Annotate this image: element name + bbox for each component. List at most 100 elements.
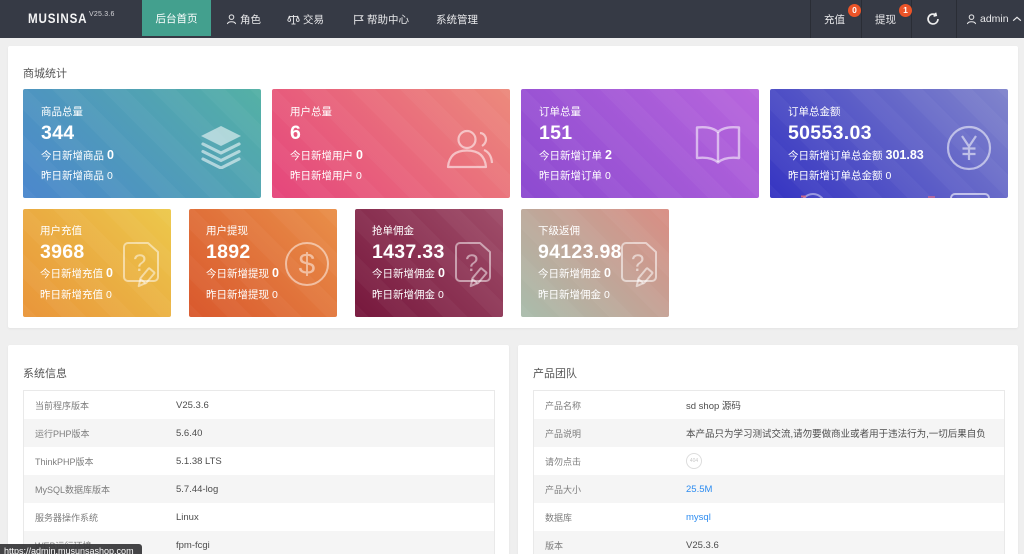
row-value: 本产品只为学习测试交流,请勿要做商业或者用于违法行为,一切后果自负 — [686, 426, 986, 440]
card-yesterday-label: 昨日新增订单总金额 — [788, 170, 883, 182]
card-value: 3968 — [40, 242, 85, 263]
stat-card-withdraw: 用户提现 1892 今日新增提现0 昨日新增提现0 $ — [189, 209, 337, 317]
card-today-label: 今日新增订单 — [539, 150, 602, 162]
nav-tab-dashboard[interactable]: 后台首页 — [142, 0, 211, 36]
brand-version: V25.3.6 — [89, 11, 115, 18]
card-title: 订单总金额 — [788, 104, 841, 119]
card-yesterday-value: 0 — [272, 289, 278, 301]
card-today-label: 今日新增佣金 — [538, 268, 601, 280]
card-yesterday-label: 昨日新增佣金 — [538, 289, 601, 301]
card-yesterday-value: 0 — [886, 170, 892, 182]
card-yesterday-label: 昨日新增商品 — [41, 170, 104, 182]
card-today-label: 今日新增充值 — [40, 268, 103, 280]
withdraw-badge: 1 — [899, 4, 912, 17]
card-today-label: 今日新增提现 — [206, 268, 269, 280]
card-yesterday-value: 0 — [107, 170, 113, 182]
stat-card-order-commission: 抢单佣金 1437.33 今日新增佣金0 昨日新增佣金0 ? — [355, 209, 503, 317]
database-link[interactable]: mysql — [686, 512, 711, 523]
edit-note-icon: ? — [616, 241, 662, 291]
card-title: 抢单佣金 — [372, 223, 414, 238]
card-today: 今日新增用户0 — [290, 149, 363, 162]
card-value: 6 — [290, 123, 301, 144]
card-today-value: 0 — [604, 266, 611, 280]
card-yesterday: 昨日新增提现0 — [206, 289, 278, 301]
product-size-link[interactable]: 25.5M — [686, 484, 712, 495]
card-today-value: 301.83 — [886, 148, 924, 162]
table-row: ThinkPHP版本 5.1.38 LTS — [24, 447, 494, 475]
row-label: 数据库 — [534, 511, 686, 524]
stat-card-users: 用户总量 6 今日新增用户0 昨日新增用户0 — [272, 89, 510, 198]
row-label: 运行PHP版本 — [24, 427, 176, 440]
row-value: 5.6.40 — [176, 428, 202, 439]
row-value: 5.1.38 LTS — [176, 456, 222, 467]
nav-item-roles[interactable]: 角色 — [226, 0, 261, 38]
nav-item-system[interactable]: 系统管理 — [436, 0, 478, 38]
user-icon — [226, 14, 237, 25]
row-label: MySQL数据库版本 — [24, 483, 176, 496]
stat-card-orders: 订单总量 151 今日新增订单2 昨日新增订单0 — [521, 89, 759, 198]
refresh-icon — [926, 12, 940, 26]
nav-action-recharge-label: 充值 — [824, 12, 845, 27]
stat-card-referral-commission: 下级返佣 94123.98 今日新增佣金0 昨日新增佣金0 ? — [521, 209, 669, 317]
clipped-red-deco — [928, 196, 935, 198]
card-yesterday-value: 0 — [605, 170, 611, 182]
nav-action-withdraw[interactable]: 提现 — [875, 0, 896, 38]
flag-icon — [353, 14, 364, 25]
refresh-button[interactable] — [926, 0, 940, 38]
shop-stats-panel: 商城统计 商品总量 344 今日新增商品0 昨日新增商品0 用户总量 6 今日新… — [8, 46, 1018, 328]
table-row: 产品名称 sd shop 源码 — [534, 391, 1004, 419]
book-icon — [693, 125, 743, 167]
card-today-value: 0 — [272, 266, 279, 280]
card-yesterday-label: 昨日新增充值 — [40, 289, 103, 301]
scale-icon — [287, 13, 300, 26]
card-today-value: 0 — [107, 148, 114, 162]
row-label: 版本 — [534, 539, 686, 552]
row-value: sd shop 源码 — [686, 398, 741, 412]
stat-card-order-amount: 订单总金额 50553.03 今日新增订单总金额301.83 昨日新增订单总金额… — [770, 89, 1008, 198]
table-row: 版本 V25.3.6 — [534, 531, 1004, 554]
product-team-panel: 产品团队 产品名称 sd shop 源码 产品说明 本产品只为学习测试交流,请勿… — [518, 345, 1018, 554]
card-yesterday-value: 0 — [356, 170, 362, 182]
system-info-table: 当前程序版本 V25.3.6 运行PHP版本 5.6.40 ThinkPHP版本… — [23, 390, 495, 554]
table-row: 当前程序版本 V25.3.6 — [24, 391, 494, 419]
table-row: 数据库 mysql — [534, 503, 1004, 531]
card-today-value: 2 — [605, 148, 612, 162]
recharge-badge: 0 — [848, 4, 861, 17]
card-yesterday-value: 0 — [106, 289, 112, 301]
card-today: 今日新增佣金0 — [372, 267, 445, 280]
row-value: V25.3.6 — [176, 400, 209, 411]
card-value: 151 — [539, 123, 572, 144]
card-title: 用户提现 — [206, 223, 248, 238]
row-value: 5.7.44-log — [176, 484, 218, 495]
brand-logo: MUSINSA — [28, 10, 87, 26]
row-label: 当前程序版本 — [24, 399, 176, 412]
top-navbar: MUSINSA V25.3.6 后台首页 角色 交易 帮助中心 系统管理 充值 … — [0, 0, 1024, 38]
card-value: 94123.98 — [538, 242, 622, 263]
card-value: 1892 — [206, 242, 251, 263]
nav-separator — [956, 0, 957, 38]
layers-icon — [197, 125, 245, 169]
nav-action-withdraw-label: 提现 — [875, 12, 896, 27]
card-today: 今日新增提现0 — [206, 267, 279, 280]
user-menu[interactable]: admin — [966, 0, 1022, 38]
card-today-value: 0 — [356, 148, 363, 162]
nav-item-trade[interactable]: 交易 — [287, 0, 324, 38]
chevron-up-icon — [1012, 16, 1022, 22]
card-yesterday: 昨日新增商品0 — [41, 170, 113, 182]
broken-image-404-icon[interactable]: 404 — [686, 453, 702, 469]
card-yesterday-value: 0 — [604, 289, 610, 301]
card-value: 1437.33 — [372, 242, 445, 263]
card-yesterday-label: 昨日新增提现 — [206, 289, 269, 301]
card-today-label: 今日新增订单总金额 — [788, 150, 883, 162]
product-team-table: 产品名称 sd shop 源码 产品说明 本产品只为学习测试交流,请勿要做商业或… — [533, 390, 1005, 554]
row-label: 产品说明 — [534, 427, 686, 440]
nav-item-help[interactable]: 帮助中心 — [353, 0, 409, 38]
card-today: 今日新增充值0 — [40, 267, 113, 280]
card-value: 344 — [41, 123, 74, 144]
nav-action-recharge[interactable]: 充值 — [824, 0, 845, 38]
clipped-card-deco — [950, 193, 990, 198]
card-today-label: 今日新增商品 — [41, 150, 104, 162]
nav-separator — [911, 0, 912, 38]
table-row: 运行PHP版本 5.6.40 — [24, 419, 494, 447]
panel-title: 商城统计 — [23, 65, 67, 81]
